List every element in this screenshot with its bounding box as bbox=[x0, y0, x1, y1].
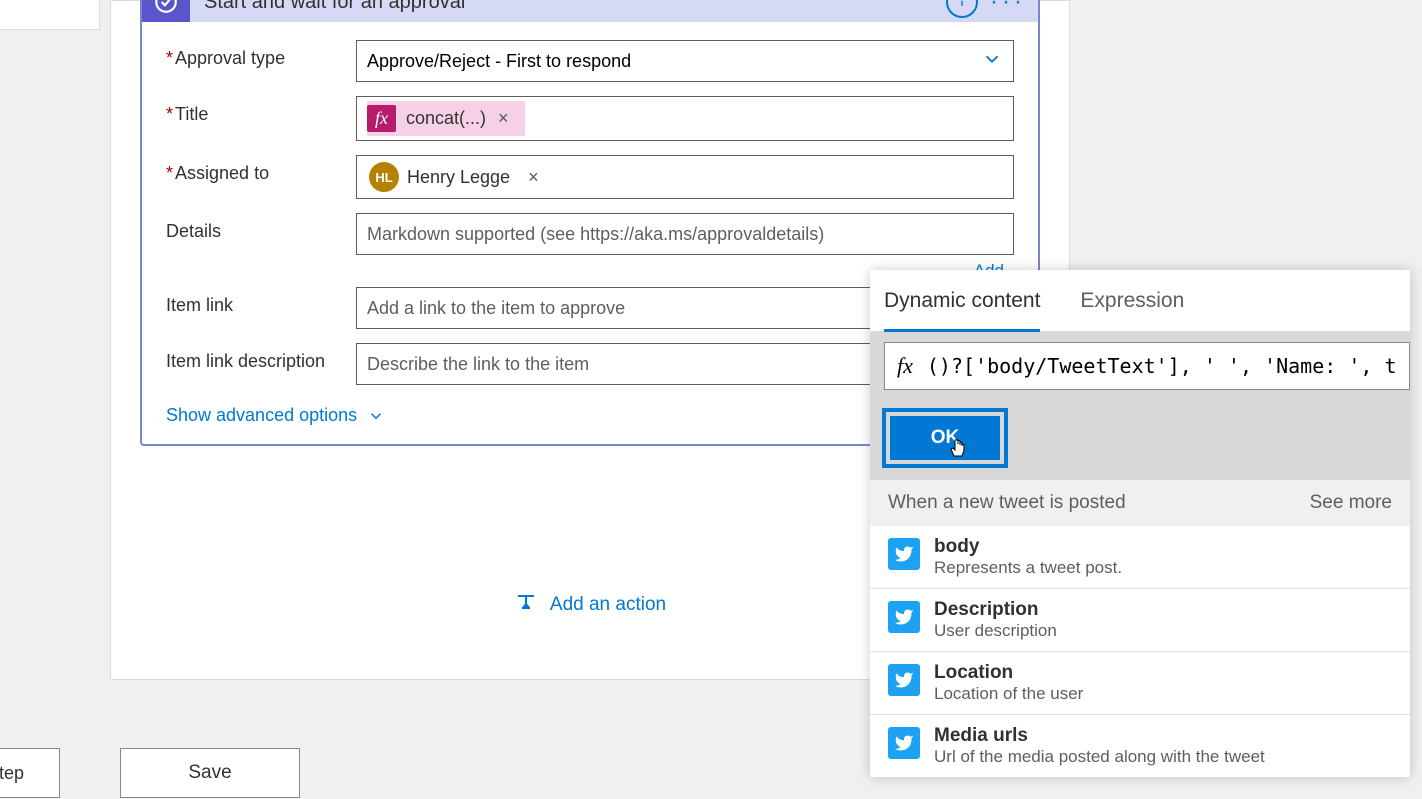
token-text: concat(...) bbox=[406, 108, 486, 129]
item-desc: User description bbox=[934, 621, 1057, 641]
card-title: Start and wait for an approval bbox=[204, 0, 946, 14]
row-assigned-to: *Assigned to HL Henry Legge × bbox=[166, 155, 1014, 199]
details-input[interactable]: Markdown supported (see https://aka.ms/a… bbox=[356, 213, 1014, 255]
item-link-placeholder: Add a link to the item to approve bbox=[367, 298, 625, 319]
tab-expression[interactable]: Expression bbox=[1080, 270, 1198, 332]
label-assigned-to: *Assigned to bbox=[166, 155, 356, 184]
insert-action-icon bbox=[514, 590, 538, 620]
expression-token[interactable]: fx concat(...) × bbox=[367, 101, 525, 136]
label-item-link-desc: Item link description bbox=[166, 343, 356, 372]
ellipsis-icon[interactable]: ··· bbox=[990, 0, 1026, 16]
expression-input[interactable]: fx ()?['body/TweetText'], ' ', 'Name: ',… bbox=[884, 342, 1410, 390]
add-action-label: Add an action bbox=[550, 594, 666, 616]
dynamic-content-item[interactable]: bodyRepresents a tweet post. bbox=[870, 526, 1410, 589]
section-title: When a new tweet is posted bbox=[888, 492, 1126, 514]
left-panel-fragment bbox=[0, 0, 100, 30]
item-title: body bbox=[934, 536, 1122, 558]
expression-text: ()?['body/TweetText'], ' ', 'Name: ', t bbox=[927, 354, 1397, 378]
approval-icon bbox=[142, 0, 190, 22]
ok-row: OK bbox=[870, 400, 1410, 480]
show-advanced-toggle[interactable]: Show advanced options bbox=[166, 405, 385, 426]
label-approval-type: *Approval type bbox=[166, 40, 356, 69]
twitter-icon bbox=[888, 727, 920, 759]
dynamic-content-item[interactable]: Media urlsUrl of the media posted along … bbox=[870, 715, 1410, 777]
see-more-link[interactable]: See more bbox=[1310, 492, 1392, 514]
twitter-icon bbox=[888, 538, 920, 570]
person-chip[interactable]: HL Henry Legge × bbox=[367, 160, 549, 194]
person-name: Henry Legge bbox=[407, 167, 510, 188]
ok-highlight: OK bbox=[882, 408, 1008, 468]
item-desc: Represents a tweet post. bbox=[934, 558, 1122, 578]
dynamic-content-popup: Dynamic content Expression fx ()?['body/… bbox=[870, 270, 1410, 777]
approval-type-value: Approve/Reject - First to respond bbox=[367, 51, 631, 72]
item-title: Description bbox=[934, 599, 1057, 621]
item-link-desc-placeholder: Describe the link to the item bbox=[367, 354, 589, 375]
card-header[interactable]: Start and wait for an approval ··· bbox=[142, 0, 1038, 22]
person-remove-icon[interactable]: × bbox=[522, 167, 545, 188]
popup-list: bodyRepresents a tweet post.DescriptionU… bbox=[870, 526, 1410, 777]
item-desc: Url of the media posted along with the t… bbox=[934, 747, 1265, 767]
item-title: Location bbox=[934, 662, 1083, 684]
expression-bar: fx ()?['body/TweetText'], ' ', 'Name: ',… bbox=[870, 332, 1410, 400]
item-desc: Location of the user bbox=[934, 684, 1083, 704]
chevron-down-icon bbox=[367, 407, 385, 425]
info-icon[interactable] bbox=[946, 0, 978, 18]
twitter-icon bbox=[888, 601, 920, 633]
fx-icon: fx bbox=[367, 105, 396, 132]
row-details: Details Markdown supported (see https://… bbox=[166, 213, 1014, 255]
assigned-to-input[interactable]: HL Henry Legge × bbox=[356, 155, 1014, 199]
save-button[interactable]: Save bbox=[120, 748, 300, 798]
item-title: Media urls bbox=[934, 725, 1265, 747]
dynamic-content-item[interactable]: DescriptionUser description bbox=[870, 589, 1410, 652]
twitter-icon bbox=[888, 664, 920, 696]
title-input[interactable]: fx concat(...) × bbox=[356, 96, 1014, 141]
tab-dynamic-content[interactable]: Dynamic content bbox=[884, 270, 1054, 332]
advanced-label: Show advanced options bbox=[166, 405, 357, 426]
token-close-icon[interactable]: × bbox=[492, 108, 515, 129]
add-action-button[interactable]: Add an action bbox=[514, 590, 666, 620]
popup-section-header: When a new tweet is posted See more bbox=[870, 480, 1410, 526]
new-step-button[interactable]: v step bbox=[0, 748, 60, 798]
approval-type-select[interactable]: Approve/Reject - First to respond bbox=[356, 40, 1014, 82]
chevron-down-icon bbox=[981, 48, 1003, 75]
label-details: Details bbox=[166, 213, 356, 242]
details-placeholder: Markdown supported (see https://aka.ms/a… bbox=[367, 224, 824, 245]
row-title: *Title fx concat(...) × bbox=[166, 96, 1014, 141]
label-item-link: Item link bbox=[166, 287, 356, 316]
avatar: HL bbox=[369, 162, 399, 192]
popup-tabs: Dynamic content Expression bbox=[870, 270, 1410, 332]
ok-label: OK bbox=[931, 427, 960, 448]
ok-button[interactable]: OK bbox=[890, 416, 1000, 460]
label-title: *Title bbox=[166, 96, 356, 125]
fx-icon: fx bbox=[897, 353, 913, 379]
row-approval-type: *Approval type Approve/Reject - First to… bbox=[166, 40, 1014, 82]
dynamic-content-item[interactable]: LocationLocation of the user bbox=[870, 652, 1410, 715]
